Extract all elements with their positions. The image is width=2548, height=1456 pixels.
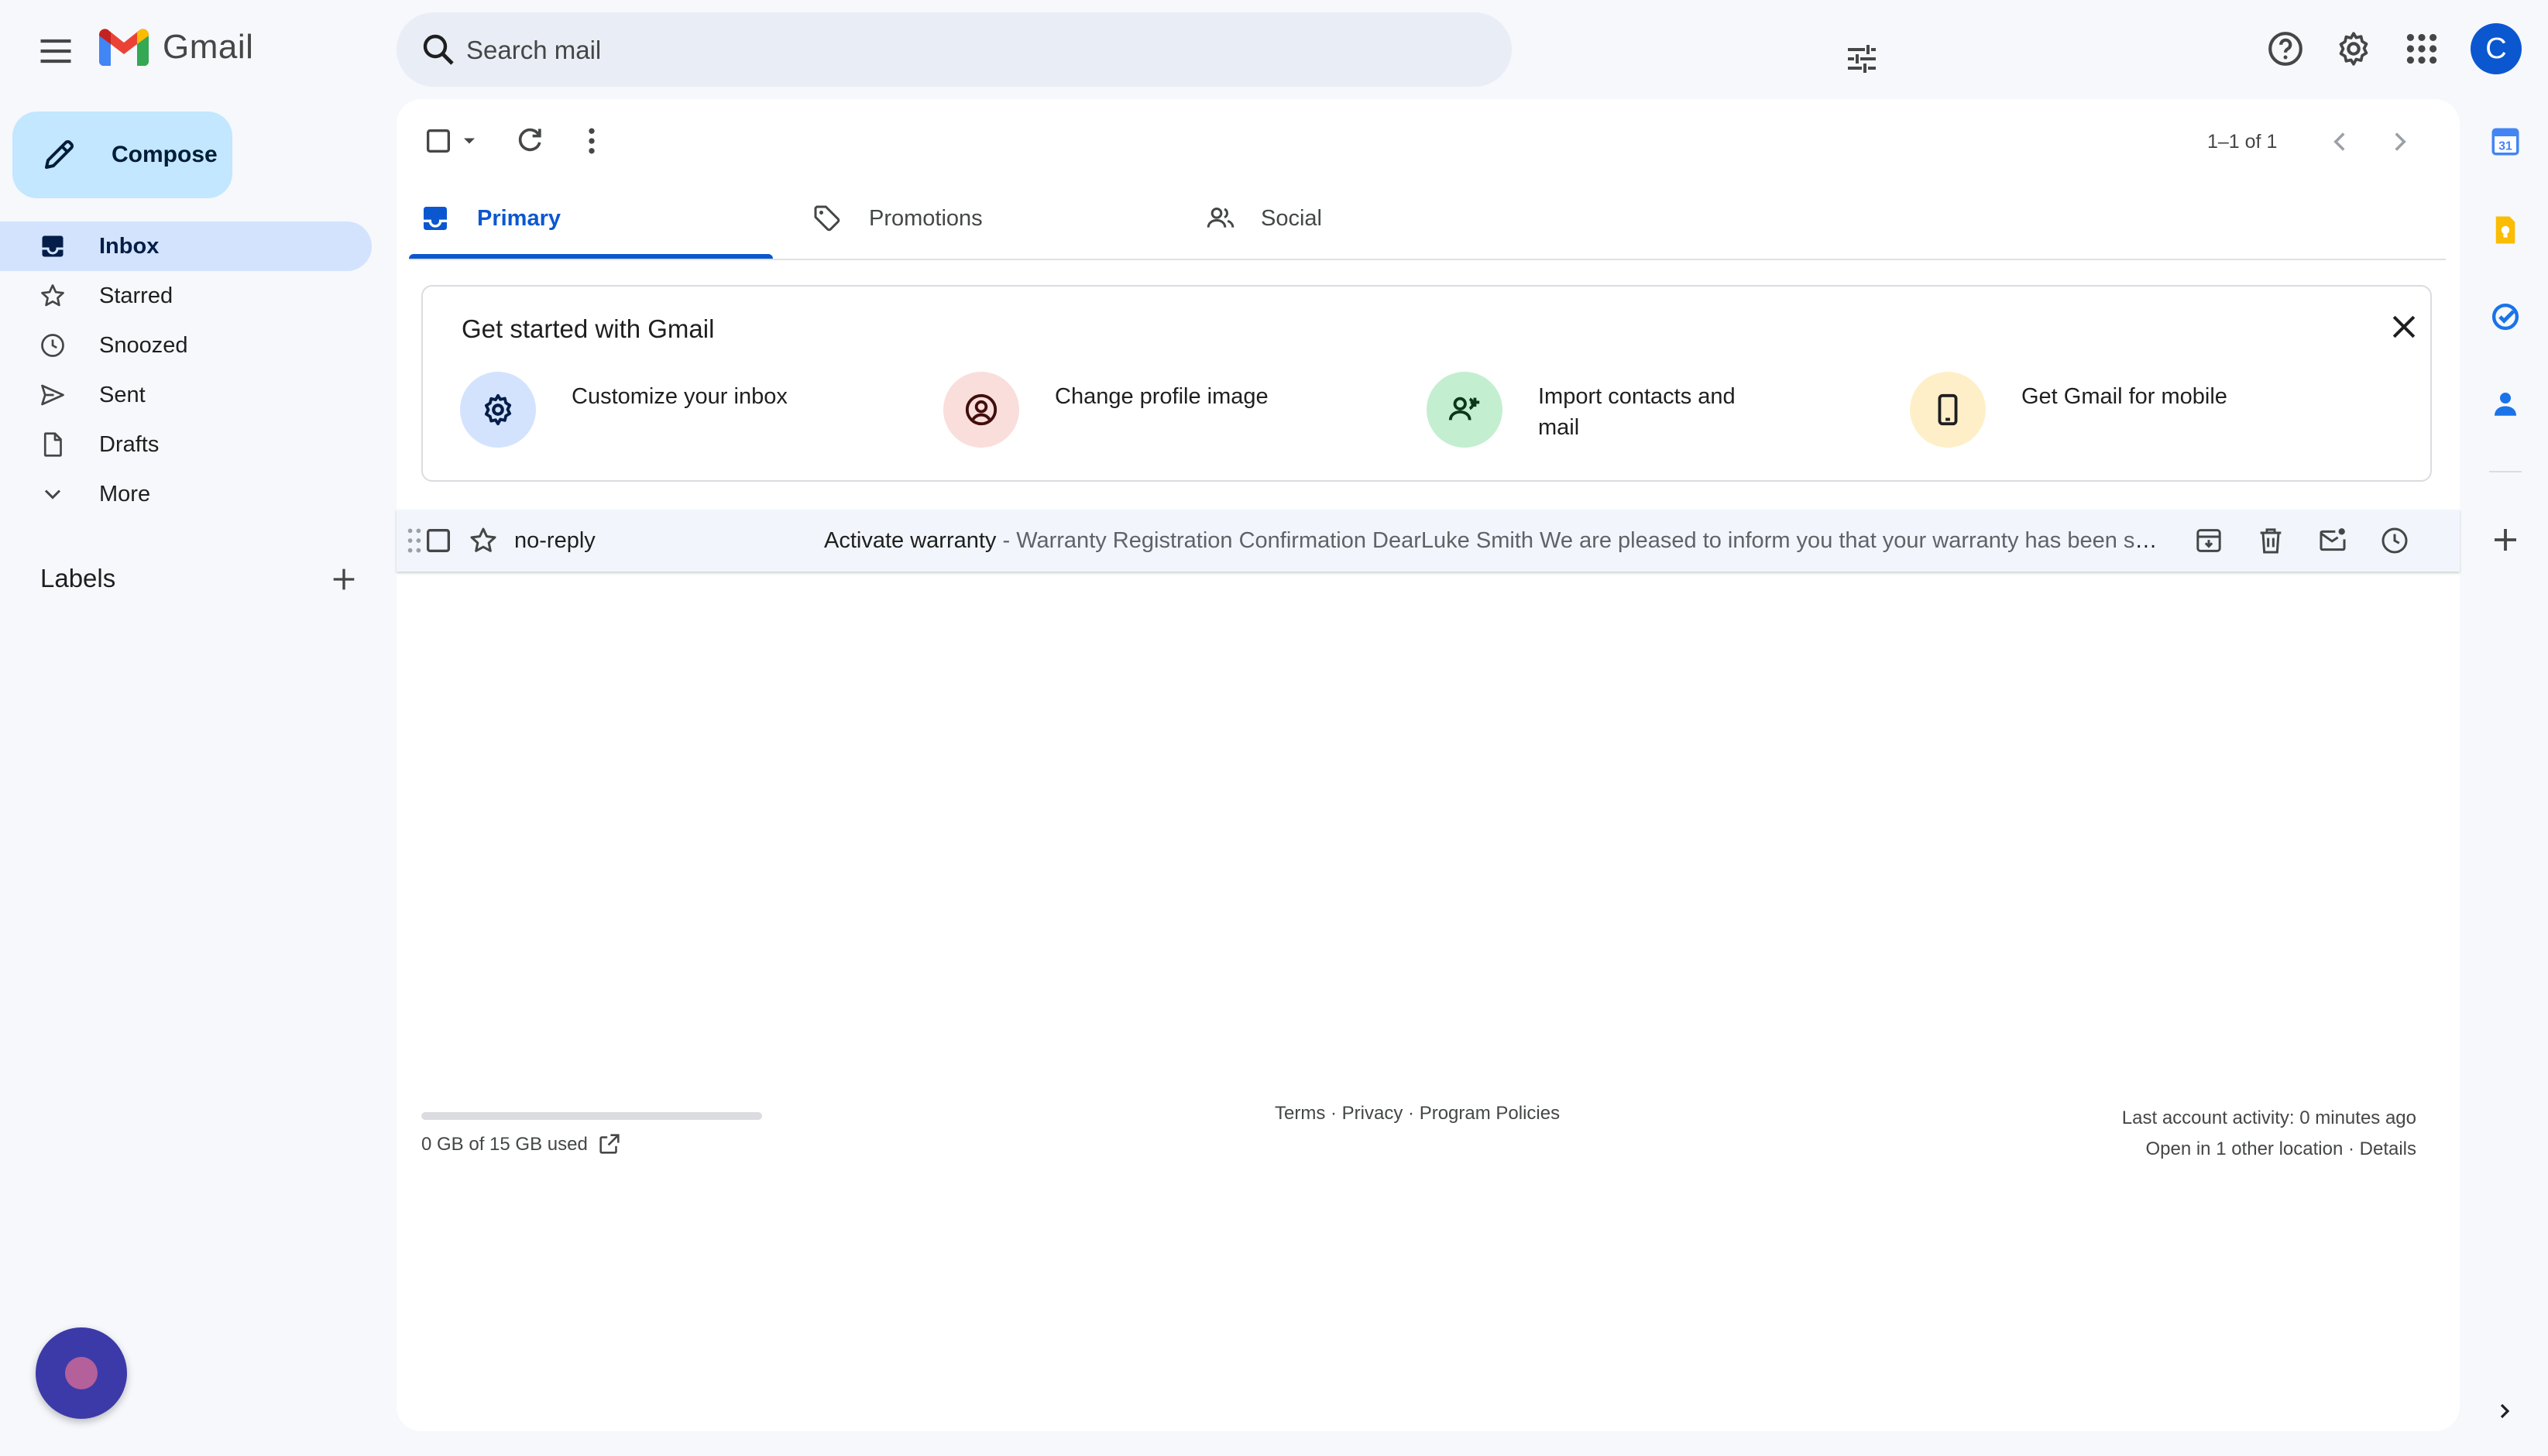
inbox-icon (39, 232, 67, 260)
tab-primary[interactable]: Primary (397, 99, 776, 273)
star-icon[interactable] (468, 525, 499, 556)
sidebar-item-starred[interactable]: Starred (0, 271, 372, 321)
email-subject: Activate warranty (824, 528, 997, 553)
sidebar-item-inbox[interactable]: Inbox (0, 221, 372, 271)
drag-handle-icon[interactable] (406, 527, 423, 555)
calendar-icon[interactable]: 31 (2489, 125, 2522, 158)
sidebar-item-more[interactable]: More (0, 469, 372, 519)
tag-icon (812, 203, 843, 234)
email-preview: Activate warranty - Warranty Registratio… (824, 525, 2164, 556)
star-icon (39, 282, 67, 310)
svg-text:31: 31 (2498, 140, 2512, 153)
keep-icon[interactable] (2489, 214, 2522, 246)
sidebar-item-label: More (99, 481, 151, 507)
get-started-label: Customize your inbox (572, 384, 788, 409)
tune-icon[interactable] (1843, 40, 1880, 77)
sidebar-item-label: Drafts (99, 431, 160, 457)
mark-unread-icon[interactable] (2317, 525, 2348, 556)
storage-bar (421, 1112, 762, 1120)
chevron-down-icon (39, 480, 67, 508)
settings-icon[interactable] (2334, 29, 2373, 68)
tabs-divider (409, 259, 2446, 260)
email-sender: no-reply (514, 528, 596, 553)
sidebar-item-snoozed[interactable]: Snoozed (0, 321, 372, 370)
plus-icon[interactable] (328, 564, 359, 595)
get-started-label: Change profile image (1055, 384, 1269, 409)
get-started-label: Import contacts and mail (1538, 384, 1736, 440)
sidebar-item-sent[interactable]: Sent (0, 370, 372, 420)
assistant-icon (65, 1357, 98, 1389)
tab-label: Social (1261, 206, 1322, 231)
get-started-card: Get started with Gmail Customize your in… (421, 285, 2432, 482)
sidebar-item-drafts[interactable]: Drafts (0, 420, 372, 469)
program-policies-link[interactable]: Program Policies (1420, 1103, 1560, 1124)
account-activity: Last account activity: 0 minutes ago Ope… (2122, 1103, 2416, 1165)
contacts-icon[interactable] (2489, 387, 2522, 420)
person-add-icon (1427, 372, 1502, 448)
archive-icon[interactable] (2193, 525, 2224, 556)
terms-link[interactable]: Terms (1275, 1103, 1325, 1124)
inbox-icon (420, 203, 451, 234)
search-icon[interactable] (420, 31, 457, 68)
labels-heading: Labels (40, 564, 116, 592)
tasks-icon[interactable] (2489, 300, 2522, 333)
account-avatar[interactable]: C (2471, 23, 2522, 74)
get-started-label: Get Gmail for mobile (2021, 384, 2227, 409)
gmail-logo[interactable]: Gmail (99, 28, 253, 67)
email-row[interactable]: no-reply Activate warranty - Warranty Re… (397, 510, 2460, 572)
privacy-link[interactable]: Privacy (1342, 1103, 1403, 1124)
trash-icon[interactable] (2255, 525, 2286, 556)
gmail-wordmark: Gmail (163, 28, 254, 66)
tab-label: Promotions (869, 206, 983, 231)
last-activity-text: Last account activity: 0 minutes ago (2121, 1107, 2416, 1128)
apps-icon[interactable] (2402, 29, 2441, 68)
pencil-icon (40, 136, 77, 173)
send-icon (39, 381, 67, 409)
side-panel-divider (2489, 471, 2522, 472)
chevron-right-icon[interactable] (2384, 125, 2416, 158)
storage-text: 0 GB of 15 GB used (421, 1134, 588, 1155)
tab-label: Primary (477, 206, 561, 231)
other-location-text: Open in 1 other location (2145, 1138, 2344, 1159)
get-started-title: Get started with Gmail (462, 314, 715, 343)
draft-icon (39, 431, 67, 458)
tab-promotions[interactable]: Promotions (784, 99, 1171, 273)
account-icon (943, 372, 1019, 448)
open-in-new-icon[interactable] (596, 1131, 623, 1157)
gear-icon (460, 372, 536, 448)
clock-icon (39, 331, 67, 359)
chevron-right-icon[interactable] (2492, 1399, 2517, 1423)
main-panel: 1–1 of 1 Primary Promotions Social Get s… (397, 99, 2460, 1431)
email-snippet: - Warranty Registration Confirmation Dea… (1002, 528, 2164, 553)
chevron-left-icon[interactable] (2323, 125, 2356, 158)
details-link[interactable]: Details (2360, 1138, 2416, 1159)
help-icon[interactable] (2266, 29, 2305, 68)
people-icon (1205, 203, 1236, 234)
tab-social[interactable]: Social (1179, 99, 1566, 273)
snooze-icon[interactable] (2379, 525, 2410, 556)
sidebar-item-label: Starred (99, 283, 173, 308)
sidebar-item-label: Sent (99, 382, 146, 407)
footer-links: Terms · Privacy · Program Policies (1275, 1103, 1561, 1124)
search-bar[interactable] (397, 12, 1876, 88)
compose-label: Compose (112, 142, 218, 167)
compose-button[interactable]: Compose (12, 112, 232, 198)
assistant-button[interactable] (36, 1327, 127, 1419)
sidebar-item-label: Inbox (99, 233, 160, 259)
phone-icon (1910, 372, 1986, 448)
search-input[interactable] (465, 12, 1397, 88)
close-icon[interactable] (2387, 310, 2421, 344)
plus-icon[interactable] (2489, 524, 2522, 556)
email-checkbox[interactable] (423, 525, 454, 556)
menu-icon[interactable] (36, 31, 76, 71)
gmail-m-icon (99, 29, 149, 66)
sidebar-item-label: Snoozed (99, 332, 188, 358)
pagination-text: 1–1 of 1 (2207, 131, 2278, 153)
